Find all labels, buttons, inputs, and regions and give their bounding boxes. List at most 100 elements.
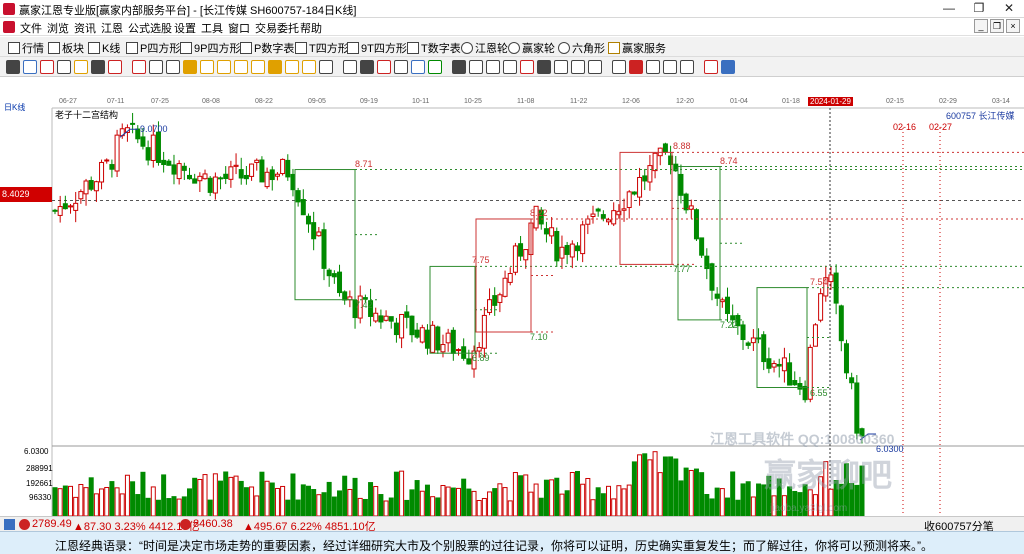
tool-icon[interactable] — [6, 60, 20, 74]
candle-body — [843, 343, 849, 374]
candle-body — [781, 357, 787, 372]
minimize-button[interactable]: — — [934, 0, 964, 17]
tool-icon[interactable] — [646, 60, 660, 74]
volume-bar — [119, 493, 125, 517]
volume-bar — [259, 471, 265, 517]
volume-bar — [254, 495, 260, 517]
gann-wheel-button[interactable]: 江恩轮 — [461, 40, 508, 56]
candle-body — [776, 363, 782, 367]
tool-icon[interactable] — [428, 60, 442, 74]
quote-button[interactable]: 行情 — [8, 40, 44, 56]
menu-window[interactable]: 窗口 — [228, 20, 250, 36]
t-square-button[interactable]: T四方形 — [295, 40, 349, 56]
tool-icon[interactable] — [571, 60, 585, 74]
volume-bar — [207, 499, 213, 517]
winner-service-button[interactable]: 赢家服务 — [608, 40, 666, 56]
tool-icon[interactable] — [285, 60, 299, 74]
menu-gann[interactable]: 江恩 — [101, 20, 123, 36]
tool-icon[interactable] — [166, 60, 180, 74]
volume-bar — [745, 481, 751, 517]
volume-bar — [409, 489, 415, 517]
tool-icon[interactable] — [452, 60, 466, 74]
menu-trade[interactable]: 交易委托 — [255, 20, 299, 36]
tool-icon[interactable] — [234, 60, 248, 74]
tool-icon[interactable] — [40, 60, 54, 74]
tool-icon[interactable] — [663, 60, 677, 74]
winner-wheel-icon — [508, 42, 520, 54]
9t-square-button[interactable]: 9T四方形 — [347, 40, 407, 56]
tool-icon[interactable] — [554, 60, 568, 74]
tool-icon[interactable] — [721, 60, 735, 74]
tool-icon[interactable] — [394, 60, 408, 74]
9p-square-button[interactable]: 9P四方形 — [180, 40, 240, 56]
close-button[interactable]: ✕ — [994, 0, 1024, 17]
t-table-button[interactable]: T数字表 — [407, 40, 461, 56]
candle-body — [238, 169, 244, 179]
kline-button[interactable]: K线 — [88, 40, 120, 56]
menu-info[interactable]: 资讯 — [74, 20, 96, 36]
watermark-url: jiaoba.ya3lgl.com — [770, 503, 848, 514]
tool-icon[interactable] — [537, 60, 551, 74]
date-tick: 09-05 — [308, 98, 326, 105]
hexagon-button[interactable]: 六角形 — [558, 40, 605, 56]
volume-bar — [725, 497, 730, 517]
tool-icon[interactable] — [520, 60, 534, 74]
tool-icon[interactable] — [377, 60, 391, 74]
tool-icon[interactable] — [74, 60, 88, 74]
tool-icon[interactable] — [108, 60, 122, 74]
mdi-minimize-icon[interactable]: _ — [974, 19, 988, 33]
tool-icon[interactable] — [132, 60, 146, 74]
sector-button[interactable]: 板块 — [48, 40, 84, 56]
menu-browse[interactable]: 浏览 — [47, 20, 69, 36]
menu-file[interactable]: 文件 — [20, 20, 42, 36]
tool-icon[interactable] — [268, 60, 282, 74]
restore-button[interactable]: ❐ — [964, 0, 994, 17]
tool-icon[interactable] — [588, 60, 602, 74]
volume-bar — [300, 484, 306, 517]
tool-icon[interactable] — [319, 60, 333, 74]
tool-icon[interactable] — [149, 60, 163, 74]
candle-body — [316, 231, 322, 237]
grid-status-icon[interactable] — [4, 519, 15, 530]
tool-icon[interactable] — [503, 60, 517, 74]
tool-icon[interactable] — [302, 60, 316, 74]
shenzhen-index-icon — [180, 519, 191, 530]
tool-icon[interactable] — [612, 60, 626, 74]
tool-icon[interactable] — [469, 60, 483, 74]
candle-body — [787, 362, 793, 386]
menu-formula[interactable]: 公式选股 — [128, 20, 172, 36]
candle-body — [678, 173, 684, 196]
tool-icon[interactable] — [629, 60, 643, 74]
tool-icon[interactable] — [57, 60, 71, 74]
tool-icon[interactable] — [486, 60, 500, 74]
tool-icon[interactable] — [23, 60, 37, 74]
menu-help[interactable]: 帮助 — [300, 20, 322, 36]
menu-tools[interactable]: 工具 — [201, 20, 223, 36]
tool-icon[interactable] — [704, 60, 718, 74]
volume-bar — [171, 496, 177, 517]
candle-body — [192, 178, 198, 184]
tool-icon[interactable] — [217, 60, 231, 74]
candle-body — [150, 134, 156, 161]
tool-icon[interactable] — [251, 60, 265, 74]
tool-icon[interactable] — [91, 60, 105, 74]
candle-body — [461, 346, 467, 359]
tool-icon[interactable] — [200, 60, 214, 74]
candle-body — [109, 164, 115, 170]
menu-settings[interactable]: 设置 — [174, 20, 196, 36]
volume-bar — [150, 486, 156, 517]
tool-icon[interactable] — [411, 60, 425, 74]
winner-wheel-button[interactable]: 赢家轮 — [508, 40, 555, 56]
p-square-button[interactable]: P四方形 — [126, 40, 180, 56]
volume-bar — [750, 496, 756, 517]
tool-icon[interactable] — [183, 60, 197, 74]
p-table-button[interactable]: P数字表 — [240, 40, 294, 56]
tool-icon[interactable] — [360, 60, 374, 74]
kline-chart[interactable]: 日K线 老子十二宫结构 600757 长江传媒 8.4029 9.0700 6.… — [0, 98, 1024, 517]
tool-icon[interactable] — [680, 60, 694, 74]
volume-bar — [181, 496, 187, 517]
mdi-restore-icon[interactable]: ❐ — [990, 19, 1004, 33]
mdi-close-icon[interactable]: × — [1006, 19, 1020, 33]
tool-icon[interactable] — [343, 60, 357, 74]
candle-body — [828, 274, 834, 283]
